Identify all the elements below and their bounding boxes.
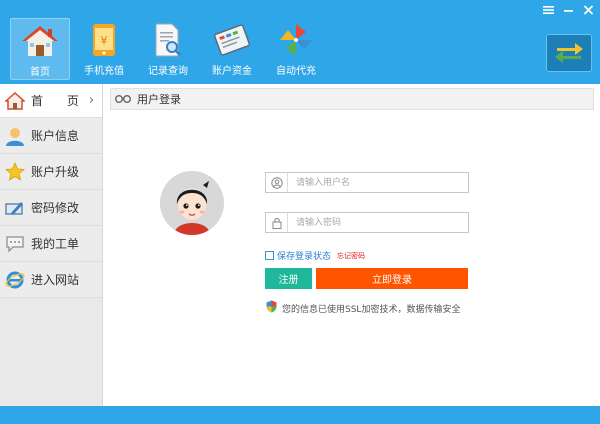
toolbar-home-button[interactable]: 首页 <box>10 18 70 80</box>
document-search-icon <box>148 21 188 59</box>
user-outline-icon <box>266 173 288 192</box>
binoculars-icon <box>115 93 131 105</box>
menu-icon[interactable] <box>542 4 554 16</box>
password-field[interactable] <box>265 212 469 233</box>
sidebar-item-label: 账户升级 <box>31 165 80 179</box>
login-button[interactable]: 立即登录 <box>316 268 468 289</box>
lock-icon <box>266 213 288 232</box>
house-icon <box>20 22 60 60</box>
pinwheel-icon <box>276 21 316 59</box>
svg-text:¥: ¥ <box>101 34 108 47</box>
content-header: 用户登录 <box>110 88 594 110</box>
password-input[interactable] <box>288 213 458 232</box>
minimize-icon[interactable] <box>562 4 574 16</box>
shield-icon <box>266 300 277 316</box>
toolbar-auto-recharge-label: 自动代充 <box>276 66 316 77</box>
sidebar-item-home[interactable]: 首 页 › <box>0 84 102 118</box>
sidebar-item-label: 账户信息 <box>31 129 80 143</box>
security-note: 您的信息已使用SSL加密技术，数据传输安全 <box>266 300 460 316</box>
toolbar-records-button[interactable]: 记录查询 <box>138 18 198 80</box>
toolbar-account-funds-button[interactable]: 账户资金 <box>202 18 262 80</box>
toolbar-phone-recharge-label: 手机充值 <box>84 66 124 77</box>
ie-icon <box>5 270 25 290</box>
remember-login-label: 保存登录状态 <box>277 252 332 262</box>
username-field[interactable] <box>265 172 469 193</box>
top-toolbar: 首页 ¥ 手机充值 记录查询 账户资金 自动代充 <box>0 0 600 84</box>
username-input[interactable] <box>288 173 458 192</box>
sidebar-item-label: 我的工单 <box>31 237 80 251</box>
sidebar-item-enter-website[interactable]: 进入网站 <box>0 262 102 298</box>
sidebar-item-my-tickets[interactable]: 我的工单 <box>0 226 102 262</box>
status-bar <box>0 406 600 424</box>
forgot-password-link[interactable]: 忘记密码 <box>337 251 365 261</box>
toolbar-records-label: 记录查询 <box>148 66 188 77</box>
sidebar: 首 页 › 账户信息 账户升级 密码修改 我的工单 进入网站 <box>0 84 103 406</box>
sidebar-item-account-upgrade[interactable]: 账户升级 <box>0 154 102 190</box>
close-icon[interactable] <box>582 4 594 16</box>
switch-account-button[interactable] <box>546 34 592 72</box>
remember-login-checkbox[interactable] <box>265 251 274 260</box>
sidebar-item-label: 进入网站 <box>31 273 80 287</box>
register-button[interactable]: 注册 <box>265 268 312 289</box>
page-title: 用户登录 <box>137 93 181 106</box>
sidebar-item-change-password[interactable]: 密码修改 <box>0 190 102 226</box>
phone-icon: ¥ <box>84 21 124 59</box>
remember-login-toggle[interactable]: 保存登录状态 <box>265 249 331 262</box>
swap-arrows-icon <box>553 40 585 67</box>
toolbar-auto-recharge-button[interactable]: 自动代充 <box>266 18 326 80</box>
toolbar-home-label: 首页 <box>30 67 50 78</box>
sidebar-item-account-info[interactable]: 账户信息 <box>0 118 102 154</box>
sidebar-item-label: 密码修改 <box>31 201 80 215</box>
toolbar-account-funds-label: 账户资金 <box>212 66 252 77</box>
sidebar-item-label: 首 页 <box>31 94 89 108</box>
house-icon <box>5 91 25 111</box>
security-note-text: 您的信息已使用SSL加密技术，数据传输安全 <box>282 304 461 315</box>
password-edit-icon <box>5 198 25 218</box>
toolbar-phone-recharge-button[interactable]: ¥ 手机充值 <box>74 18 134 80</box>
window-controls <box>542 4 594 16</box>
chat-bubble-icon <box>5 234 25 254</box>
ledger-icon <box>212 21 252 59</box>
star-icon <box>5 161 25 182</box>
chevron-right-icon: › <box>88 93 95 108</box>
avatar <box>160 171 224 235</box>
user-icon <box>5 126 25 146</box>
